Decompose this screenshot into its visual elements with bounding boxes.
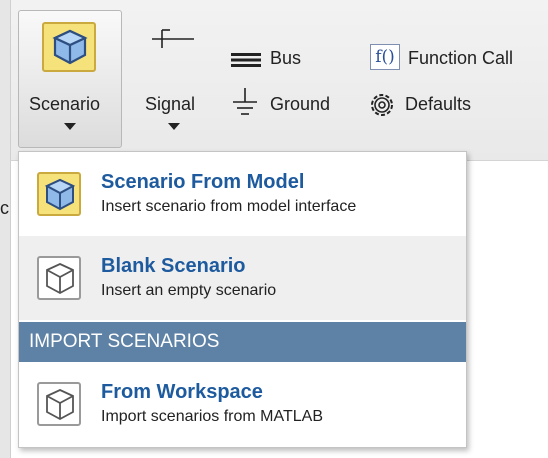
menu-item-title: Blank Scenario [101,255,246,277]
scenario-button-label: Scenario [29,94,101,114]
left-edge-panel [0,0,11,458]
cube-icon [42,22,96,72]
canvas-partial-text: c [0,198,9,218]
menu-item-scenario-from-model[interactable]: Scenario From Model Insert scenario from… [19,152,466,236]
gear-icon [369,92,395,123]
scenario-dropdown-caret-icon[interactable] [64,123,76,130]
cube-yellow-icon [37,172,81,216]
menu-item-description: Insert an empty scenario [101,282,277,299]
function-call-button-label[interactable]: Function Call [408,48,513,69]
cube-icon [37,382,81,426]
bus-button-label[interactable]: Bus [270,48,301,69]
ground-icon [232,88,258,127]
bus-icon [231,52,261,73]
menu-item-title: Scenario From Model [101,171,305,193]
signal-dropdown-caret-icon[interactable] [168,123,180,130]
cube-icon [37,256,81,300]
defaults-button-label[interactable]: Defaults [405,94,471,115]
menu-item-from-workspace[interactable]: From Workspace Import scenarios from MAT… [19,362,466,446]
scenario-dropdown-menu: Scenario From Model Insert scenario from… [18,151,467,448]
menu-item-title: From Workspace [101,381,263,403]
ground-button-label[interactable]: Ground [270,94,330,115]
menu-item-description: Import scenarios from MATLAB [101,408,323,425]
signal-button-label[interactable]: Signal [145,94,195,115]
function-call-icon: f() [370,44,400,70]
signal-port-icon [150,28,196,55]
menu-item-blank-scenario[interactable]: Blank Scenario Insert an empty scenario [19,236,466,320]
menu-item-description: Insert scenario from model interface [101,198,357,215]
section-header-import-scenarios: IMPORT SCENARIOS [19,322,466,362]
